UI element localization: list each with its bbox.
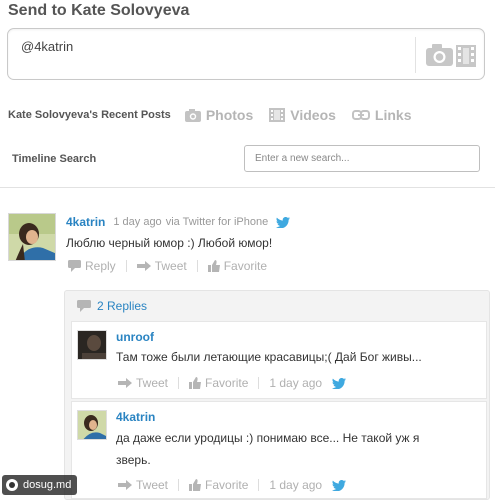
retweet-icon — [118, 378, 132, 388]
action-divider — [258, 479, 260, 491]
watermark-logo-icon — [6, 479, 18, 491]
twitter-bird-icon — [332, 377, 347, 389]
recent-posts-bar: Kate Solovyeva's Recent Posts Photos Vid… — [8, 104, 428, 126]
link-icon — [351, 110, 370, 120]
tab-links[interactable]: Links — [351, 107, 412, 123]
reply-text-line1: да даже если уродицы :) понимаю все... Н… — [116, 431, 420, 445]
favorite-icon — [189, 479, 202, 491]
reply-text: Там тоже были летающие красавицы;( Дай Б… — [116, 350, 422, 364]
camera-icon[interactable] — [423, 41, 479, 69]
tab-videos-label: Videos — [290, 107, 336, 123]
list-item: 4katrin да даже если уродицы :) понимаю … — [71, 401, 487, 499]
recent-posts-label: Kate Solovyeva's Recent Posts — [8, 109, 171, 121]
section-divider — [0, 187, 495, 188]
tweet-time[interactable]: 1 day ago — [113, 216, 161, 228]
reply-icon — [68, 260, 81, 272]
compose-text[interactable]: @4katrin — [21, 39, 73, 54]
avatar[interactable] — [77, 410, 107, 440]
action-divider — [125, 260, 127, 272]
retweet-button[interactable]: Tweet — [118, 478, 168, 492]
watermark-text: dosug.md — [23, 479, 72, 491]
watermark: dosug.md — [2, 475, 78, 495]
video-icon — [269, 108, 286, 122]
compose-box[interactable]: @4katrin — [7, 28, 485, 80]
favorite-button[interactable]: Favorite — [189, 478, 248, 492]
avatar[interactable] — [8, 213, 56, 261]
reply-actions: Tweet Favorite 1 day ago — [118, 376, 347, 390]
replies-icon — [77, 300, 91, 312]
reply-time[interactable]: 1 day ago — [269, 376, 322, 390]
action-divider — [178, 377, 180, 389]
replies-count: 2 Replies — [97, 299, 148, 313]
twitter-bird-icon — [332, 479, 347, 491]
tab-links-label: Links — [374, 107, 412, 123]
tweet-username[interactable]: 4katrin — [66, 215, 105, 229]
send-to-title: Send to Kate Solovyeva — [8, 2, 190, 19]
favorite-icon — [207, 260, 220, 272]
retweet-button[interactable]: Tweet — [118, 376, 168, 390]
reply-button[interactable]: Reply — [68, 259, 116, 273]
favorite-button[interactable]: Favorite — [207, 259, 268, 273]
timeline-search-row: Timeline Search — [0, 140, 495, 184]
timeline-search-label: Timeline Search — [12, 153, 97, 165]
reply-time[interactable]: 1 day ago — [269, 478, 322, 492]
favorite-button[interactable]: Favorite — [189, 376, 248, 390]
retweet-icon — [118, 480, 132, 490]
action-divider — [196, 260, 198, 272]
action-divider — [258, 377, 260, 389]
retweet-icon — [136, 261, 151, 271]
tab-videos[interactable]: Videos — [269, 107, 336, 123]
twitter-bird-icon — [276, 216, 291, 228]
retweet-button[interactable]: Tweet — [136, 259, 187, 273]
favorite-label: Favorite — [223, 259, 268, 273]
replies-toggle[interactable]: 2 Replies — [77, 299, 147, 313]
replies-container: 2 Replies unroof Там тоже были летающие … — [64, 290, 490, 500]
favorite-icon — [189, 377, 202, 389]
tweet-text: Люблю черный юмор :) Любой юмор! — [66, 236, 273, 250]
reply-text-line2: зверь. — [116, 453, 151, 467]
retweet-label: Tweet — [136, 376, 169, 390]
tweet-actions: Reply Tweet Favorite — [68, 259, 277, 273]
compose-divider — [415, 37, 416, 73]
favorite-label: Favorite — [205, 478, 249, 492]
list-item: unroof Там тоже были летающие красавицы;… — [71, 321, 487, 399]
retweet-label: Tweet — [136, 478, 169, 492]
timeline-search-input[interactable] — [244, 145, 480, 172]
retweet-label: Tweet — [154, 259, 187, 273]
reply-username[interactable]: 4katrin — [116, 410, 155, 424]
photo-icon — [184, 108, 201, 122]
reply-username[interactable]: unroof — [116, 330, 154, 344]
tweet-source: via Twitter for iPhone — [165, 216, 269, 228]
tab-photos-label: Photos — [205, 107, 254, 123]
tab-photos[interactable]: Photos — [184, 107, 254, 123]
action-divider — [178, 479, 180, 491]
reply-label: Reply — [85, 259, 116, 273]
avatar[interactable] — [77, 330, 107, 360]
favorite-label: Favorite — [205, 376, 249, 390]
reply-actions: Tweet Favorite 1 day ago — [118, 478, 347, 492]
